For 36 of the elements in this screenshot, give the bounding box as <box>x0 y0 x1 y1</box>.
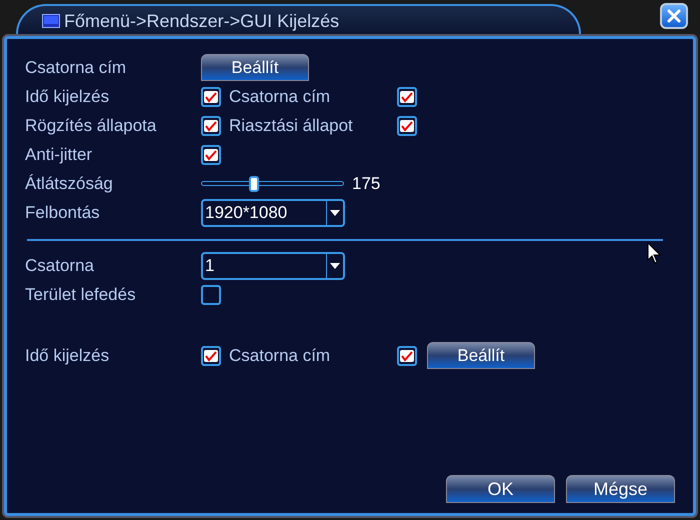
setting-label: Csatorna cím <box>229 86 332 106</box>
close-button[interactable] <box>660 3 688 29</box>
setting-label: Idő kijelzés <box>25 86 110 106</box>
setting-label: Felbontás <box>25 202 101 222</box>
mouse-cursor-icon <box>647 242 661 264</box>
checkbox[interactable] <box>397 116 417 136</box>
setting-label: Terület lefedés <box>25 284 137 304</box>
dialog-button[interactable]: Mégse <box>566 475 675 503</box>
checkbox[interactable] <box>397 86 417 106</box>
dropdown[interactable]: 1920*1080 <box>201 198 345 226</box>
caret-icon <box>330 210 340 216</box>
setting-label: Csatorna cím <box>25 58 128 78</box>
dialog-button[interactable]: OK <box>446 475 555 503</box>
setting-label: Csatorna cím <box>229 346 332 366</box>
monitor-icon <box>42 14 60 28</box>
caret-icon <box>330 262 340 268</box>
setting-label: Rögzítés állapota <box>25 116 158 136</box>
dropdown[interactable]: 1 <box>201 252 345 280</box>
checkbox[interactable] <box>397 346 417 366</box>
setting-label: Csatorna <box>25 256 95 276</box>
checkbox[interactable] <box>201 284 221 304</box>
checkbox[interactable] <box>201 346 221 366</box>
close-icon <box>666 8 682 24</box>
setting-label: Idő kijelzés <box>25 346 110 366</box>
setting-label: Átlátszóság <box>25 174 114 194</box>
setup-button[interactable]: Beállít <box>427 342 535 369</box>
slider[interactable] <box>201 176 344 192</box>
checkbox[interactable] <box>201 116 221 136</box>
setup-button[interactable]: Beállít <box>201 54 309 81</box>
setting-label: Anti-jitter <box>25 144 94 164</box>
setting-label: Riasztási állapot <box>229 116 354 136</box>
slider-value: 175 <box>352 174 380 194</box>
slider-thumb[interactable] <box>249 176 260 192</box>
checkbox[interactable] <box>201 144 221 164</box>
checkbox[interactable] <box>201 86 221 106</box>
window-title: Főmenü->Rendszer->GUI Kijelzés <box>64 10 340 32</box>
